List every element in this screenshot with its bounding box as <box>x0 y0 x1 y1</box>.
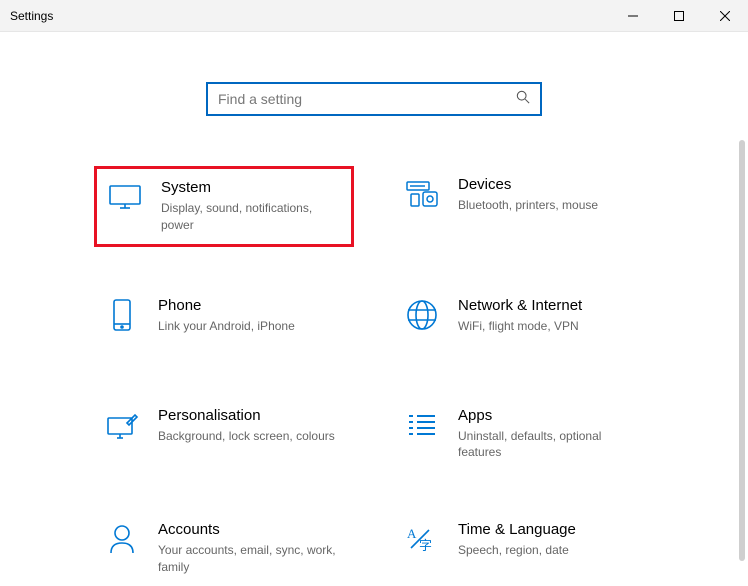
devices-icon <box>404 176 440 212</box>
svg-text:A: A <box>407 526 417 541</box>
tile-title: Network & Internet <box>458 297 644 314</box>
tile-title: System <box>161 179 341 196</box>
close-button[interactable] <box>702 0 748 31</box>
network-icon <box>404 297 440 333</box>
window-title: Settings <box>0 9 610 23</box>
tile-desc: Speech, region, date <box>458 542 644 559</box>
tile-devices[interactable]: Devices Bluetooth, printers, mouse <box>394 166 654 247</box>
phone-icon <box>104 297 140 333</box>
tile-desc: Background, lock screen, colours <box>158 428 344 445</box>
tile-title: Time & Language <box>458 521 644 538</box>
tile-system[interactable]: System Display, sound, notifications, po… <box>94 166 354 247</box>
system-icon <box>107 179 143 215</box>
tile-desc: WiFi, flight mode, VPN <box>458 318 644 335</box>
tile-title: Phone <box>158 297 344 314</box>
search-input[interactable] <box>218 91 516 107</box>
tile-desc: Display, sound, notifications, power <box>161 200 341 234</box>
search-icon <box>516 90 530 109</box>
tile-title: Accounts <box>158 521 344 538</box>
content-area: System Display, sound, notifications, po… <box>0 32 748 586</box>
tile-title: Personalisation <box>158 407 344 424</box>
accounts-icon <box>104 521 140 557</box>
tile-desc: Link your Android, iPhone <box>158 318 344 335</box>
titlebar: Settings <box>0 0 748 32</box>
tile-time-language[interactable]: A字 Time & Language Speech, region, date <box>394 511 654 586</box>
tile-desc: Bluetooth, printers, mouse <box>458 197 644 214</box>
settings-grid: System Display, sound, notifications, po… <box>94 166 654 586</box>
apps-icon <box>404 407 440 443</box>
tile-personalisation[interactable]: Personalisation Background, lock screen,… <box>94 397 354 472</box>
window-controls <box>610 0 748 31</box>
svg-text:字: 字 <box>419 538 432 553</box>
tile-desc: Uninstall, defaults, optional features <box>458 428 644 462</box>
tile-network[interactable]: Network & Internet WiFi, flight mode, VP… <box>394 287 654 357</box>
maximize-button[interactable] <box>656 0 702 31</box>
tile-title: Apps <box>458 407 644 424</box>
tile-apps[interactable]: Apps Uninstall, defaults, optional featu… <box>394 397 654 472</box>
tile-accounts[interactable]: Accounts Your accounts, email, sync, wor… <box>94 511 354 586</box>
maximize-icon <box>674 11 684 21</box>
search-box[interactable] <box>206 82 542 116</box>
time-language-icon: A字 <box>404 521 440 557</box>
close-icon <box>720 11 730 21</box>
scrollbar[interactable] <box>739 140 745 561</box>
minimize-icon <box>628 11 638 21</box>
personalisation-icon <box>104 407 140 443</box>
tile-title: Devices <box>458 176 644 193</box>
tile-phone[interactable]: Phone Link your Android, iPhone <box>94 287 354 357</box>
minimize-button[interactable] <box>610 0 656 31</box>
